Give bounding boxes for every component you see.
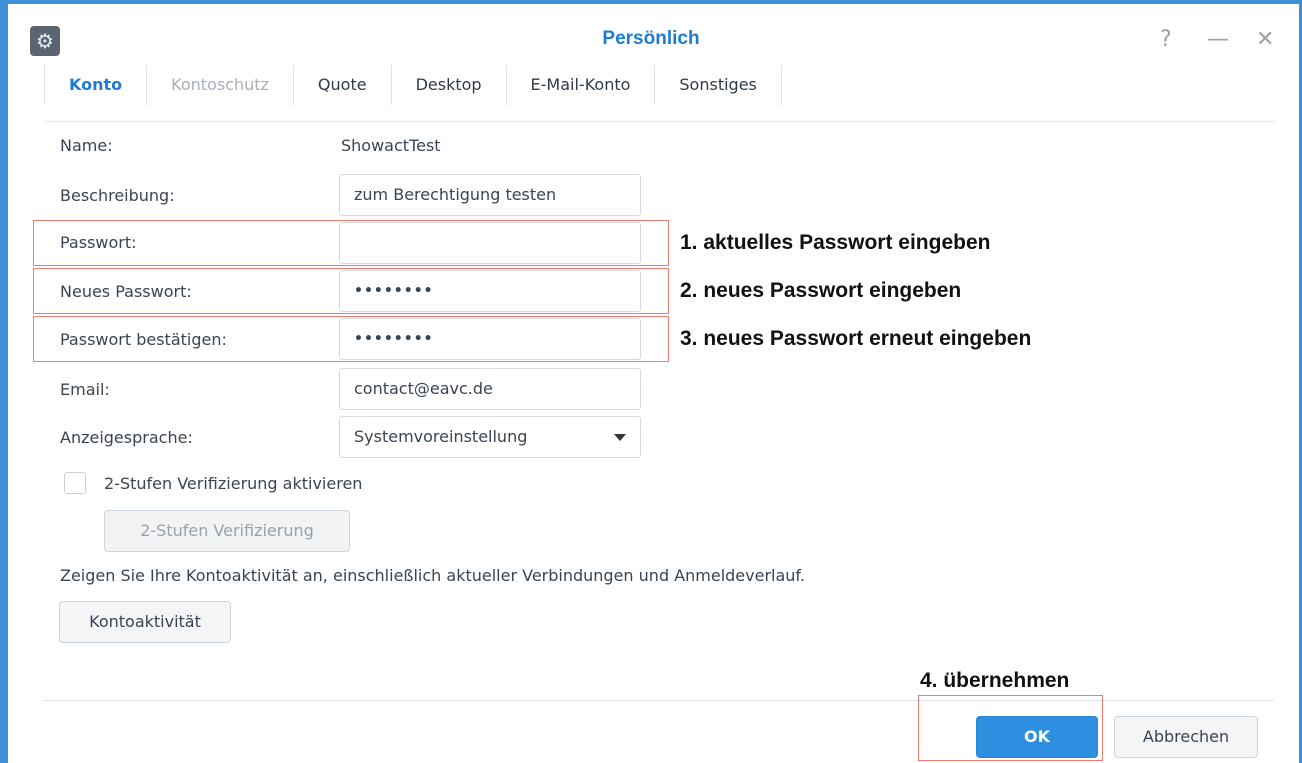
account-activity-button[interactable]: Kontoaktivität	[59, 601, 231, 643]
chevron-down-icon	[614, 434, 626, 441]
tab-divider	[44, 121, 1274, 122]
two-step-button[interactable]: 2-Stufen Verifizierung	[104, 510, 350, 552]
tab-desktop[interactable]: Desktop	[392, 65, 507, 105]
language-label: Anzeigesprache:	[60, 428, 193, 447]
tab-sonstiges[interactable]: Sonstiges	[655, 65, 782, 105]
confirm-password-field[interactable]: ••••••••	[339, 318, 641, 360]
description-label: Beschreibung:	[60, 186, 175, 205]
help-icon[interactable]: ?	[1160, 26, 1172, 54]
step-4-annotation: 4. übernehmen	[920, 669, 1070, 692]
language-select[interactable]: Systemvoreinstellung	[339, 416, 641, 458]
activity-info-text: Zeigen Sie Ihre Kontoaktivität an, einsc…	[60, 566, 805, 585]
language-select-value: Systemvoreinstellung	[354, 427, 528, 446]
name-value: ShowactTest	[341, 136, 441, 155]
password-field[interactable]	[339, 222, 641, 264]
two-step-checkbox[interactable]	[64, 472, 86, 494]
tab-quote[interactable]: Quote	[294, 65, 392, 105]
tab-bar: Konto Kontoschutz Quote Desktop E-Mail-K…	[44, 65, 782, 105]
ok-button[interactable]: OK	[976, 716, 1098, 758]
tab-konto[interactable]: Konto	[45, 65, 148, 105]
window-frame-top	[0, 0, 1302, 4]
password-label: Passwort:	[60, 233, 137, 252]
name-label: Name:	[60, 136, 113, 155]
close-icon[interactable]: ✕	[1256, 26, 1274, 54]
email-label: Email:	[60, 380, 110, 399]
new-password-field[interactable]: ••••••••	[339, 270, 641, 312]
cancel-button[interactable]: Abbrechen	[1114, 716, 1258, 758]
email-field[interactable]: contact@eavc.de	[339, 368, 641, 410]
step-3-annotation: 3. neues Passwort erneut eingeben	[680, 327, 1032, 350]
minimize-icon[interactable]: —	[1207, 26, 1229, 54]
confirm-password-label: Passwort bestätigen:	[60, 330, 227, 349]
tab-kontoschutz[interactable]: Kontoschutz	[147, 65, 294, 105]
two-step-checkbox-label: 2-Stufen Verifizierung aktivieren	[104, 474, 363, 493]
window-frame-left	[0, 0, 8, 763]
description-field[interactable]: zum Berechtigung testen	[339, 174, 641, 216]
step-1-annotation: 1. aktuelles Passwort eingeben	[680, 231, 991, 254]
tab-email-konto[interactable]: E-Mail-Konto	[507, 65, 656, 105]
new-password-label: Neues Passwort:	[60, 282, 192, 301]
step-2-annotation: 2. neues Passwort eingeben	[680, 279, 962, 302]
window-title: Persönlich	[602, 28, 700, 49]
